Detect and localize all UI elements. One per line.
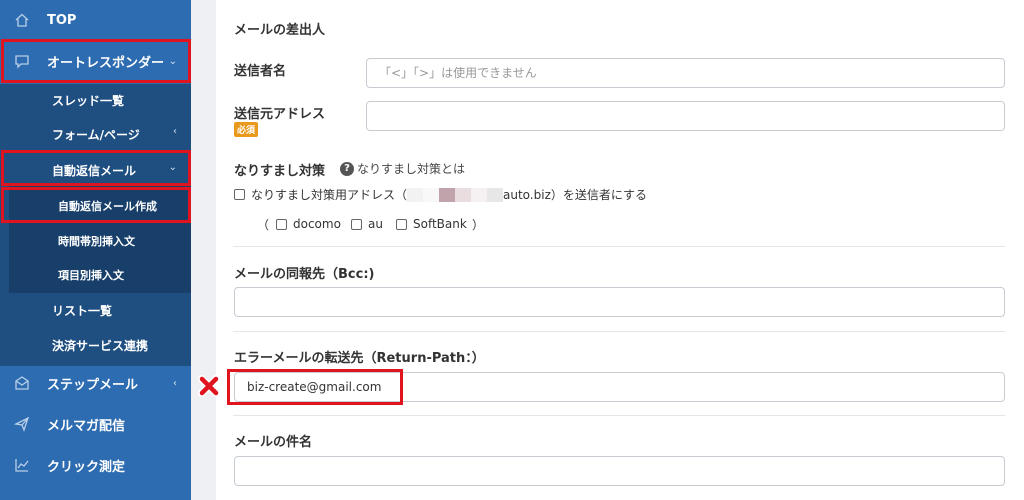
sidebar-item-label: TOP — [47, 12, 77, 28]
sidebar-item-label: 決済サービス連携 — [52, 339, 149, 353]
return-path-label: エラーメールの転送先（Return-Path：） — [234, 351, 485, 366]
sidebar-item-label: メルマガ配信 — [47, 418, 126, 434]
sidebar-item-label: フォーム/ページ — [52, 128, 140, 142]
sidebar-item-label: クリック測定 — [47, 459, 126, 475]
sender-address-label: 送信元アドレス — [234, 107, 326, 122]
sender-name-input[interactable] — [366, 58, 1005, 88]
sender-section-title: メールの差出人 — [234, 23, 326, 38]
sidebar-item-step-mail[interactable]: ステップメール ‹ — [0, 372, 191, 394]
subject-input[interactable] — [234, 456, 1005, 486]
return-path-input[interactable] — [234, 372, 1005, 402]
sidebar-item-list[interactable]: リスト一覧 — [0, 302, 191, 318]
docomo-checkbox[interactable] — [276, 218, 287, 230]
chevron-left-icon: ‹ — [173, 377, 177, 389]
redacted-block — [455, 187, 472, 202]
error-x-icon — [197, 374, 221, 398]
sidebar-item-auto-reply[interactable]: 自動返信メール ⌄ — [0, 162, 191, 178]
spoof-checkbox-domain: auto.biz）を送信者にする — [503, 188, 647, 202]
sidebar-item-label: ステップメール — [47, 377, 139, 393]
bcc-label: メールの同報先（Bcc:) — [234, 267, 375, 282]
carrier-docomo[interactable]: docomo — [276, 217, 341, 231]
carrier-au[interactable]: au — [351, 217, 383, 231]
sidebar-item-payment[interactable]: 決済サービス連携 — [0, 337, 191, 353]
carrier-label: SoftBank — [413, 217, 467, 231]
chevron-down-icon: ⌄ — [168, 55, 177, 67]
chart-line-icon — [12, 455, 32, 475]
sidebar-item-autoresponder[interactable]: オートレスポンダー ⌄ — [0, 49, 191, 73]
sidebar-item-top[interactable]: TOP — [0, 9, 191, 31]
carrier-label: au — [368, 217, 383, 231]
sidebar-item-label: リスト一覧 — [52, 304, 113, 318]
bcc-input[interactable] — [234, 287, 1005, 317]
redacted-block — [487, 187, 504, 202]
question-icon: ? — [340, 161, 354, 176]
mail-open-icon — [12, 373, 32, 393]
softbank-checkbox[interactable] — [396, 218, 407, 230]
divider — [233, 415, 1005, 416]
subject-label: メールの件名 — [234, 435, 313, 450]
spoof-address-checkbox-row[interactable]: なりすまし対策用アドレス（ auto.biz）を送信者にする — [234, 186, 647, 203]
sidebar-item-form-page[interactable]: フォーム/ページ ‹ — [0, 126, 191, 142]
paren-close: ） — [472, 218, 485, 232]
sidebar-item-item-insert[interactable]: 項目別挿入文 — [9, 267, 191, 283]
redacted-block — [439, 187, 456, 202]
home-icon — [12, 10, 32, 30]
spoof-checkbox-prefix: なりすまし対策用アドレス（ — [251, 188, 408, 202]
sidebar-item-thread-list[interactable]: スレッド一覧 — [0, 92, 191, 108]
redacted-block — [407, 187, 424, 202]
divider — [233, 246, 1005, 247]
required-badge: 必須 — [234, 122, 259, 137]
sidebar-item-click-measure[interactable]: クリック測定 — [0, 454, 191, 476]
sender-name-label: 送信者名 — [234, 64, 287, 79]
carrier-softbank[interactable]: SoftBank — [396, 217, 467, 231]
sidebar: TOP オートレスポンダー ⌄ スレッド一覧 フォーム/ページ ‹ 自動返信メー… — [0, 0, 191, 500]
spoof-address-checkbox[interactable] — [234, 189, 245, 200]
paren-open: （ — [257, 218, 270, 232]
sidebar-item-label: 項目別挿入文 — [58, 269, 124, 282]
divider — [233, 331, 1005, 332]
main-content: メールの差出人 送信者名 送信元アドレス 必須 なりすまし対策 ? なりすまし対… — [216, 0, 1024, 500]
sidebar-item-auto-reply-create[interactable]: 自動返信メール作成 — [9, 198, 191, 214]
chat-icon — [12, 51, 32, 71]
sender-address-input[interactable] — [366, 101, 1005, 131]
sidebar-item-mail-magazine[interactable]: メルマガ配信 — [0, 413, 191, 435]
redacted-block — [423, 187, 440, 202]
spoof-protection-label: なりすまし対策 — [234, 164, 326, 179]
chevron-left-icon: ‹ — [173, 126, 177, 137]
chevron-down-icon: ⌄ — [168, 162, 177, 173]
sidebar-item-label: 自動返信メール作成 — [58, 200, 157, 213]
carrier-label: docomo — [293, 217, 341, 231]
send-icon — [12, 414, 32, 434]
sidebar-item-label: 自動返信メール — [52, 164, 137, 178]
au-checkbox[interactable] — [351, 218, 362, 230]
spoof-help-link[interactable]: ? なりすまし対策とは — [340, 160, 465, 177]
sidebar-item-label: 時間帯別挿入文 — [58, 235, 135, 248]
sidebar-item-label: オートレスポンダー — [47, 55, 165, 71]
spoof-help-text: なりすまし対策とは — [357, 162, 466, 176]
sidebar-item-label: スレッド一覧 — [52, 94, 125, 108]
sidebar-item-time-insert[interactable]: 時間帯別挿入文 — [9, 233, 191, 249]
redacted-block — [471, 187, 488, 202]
